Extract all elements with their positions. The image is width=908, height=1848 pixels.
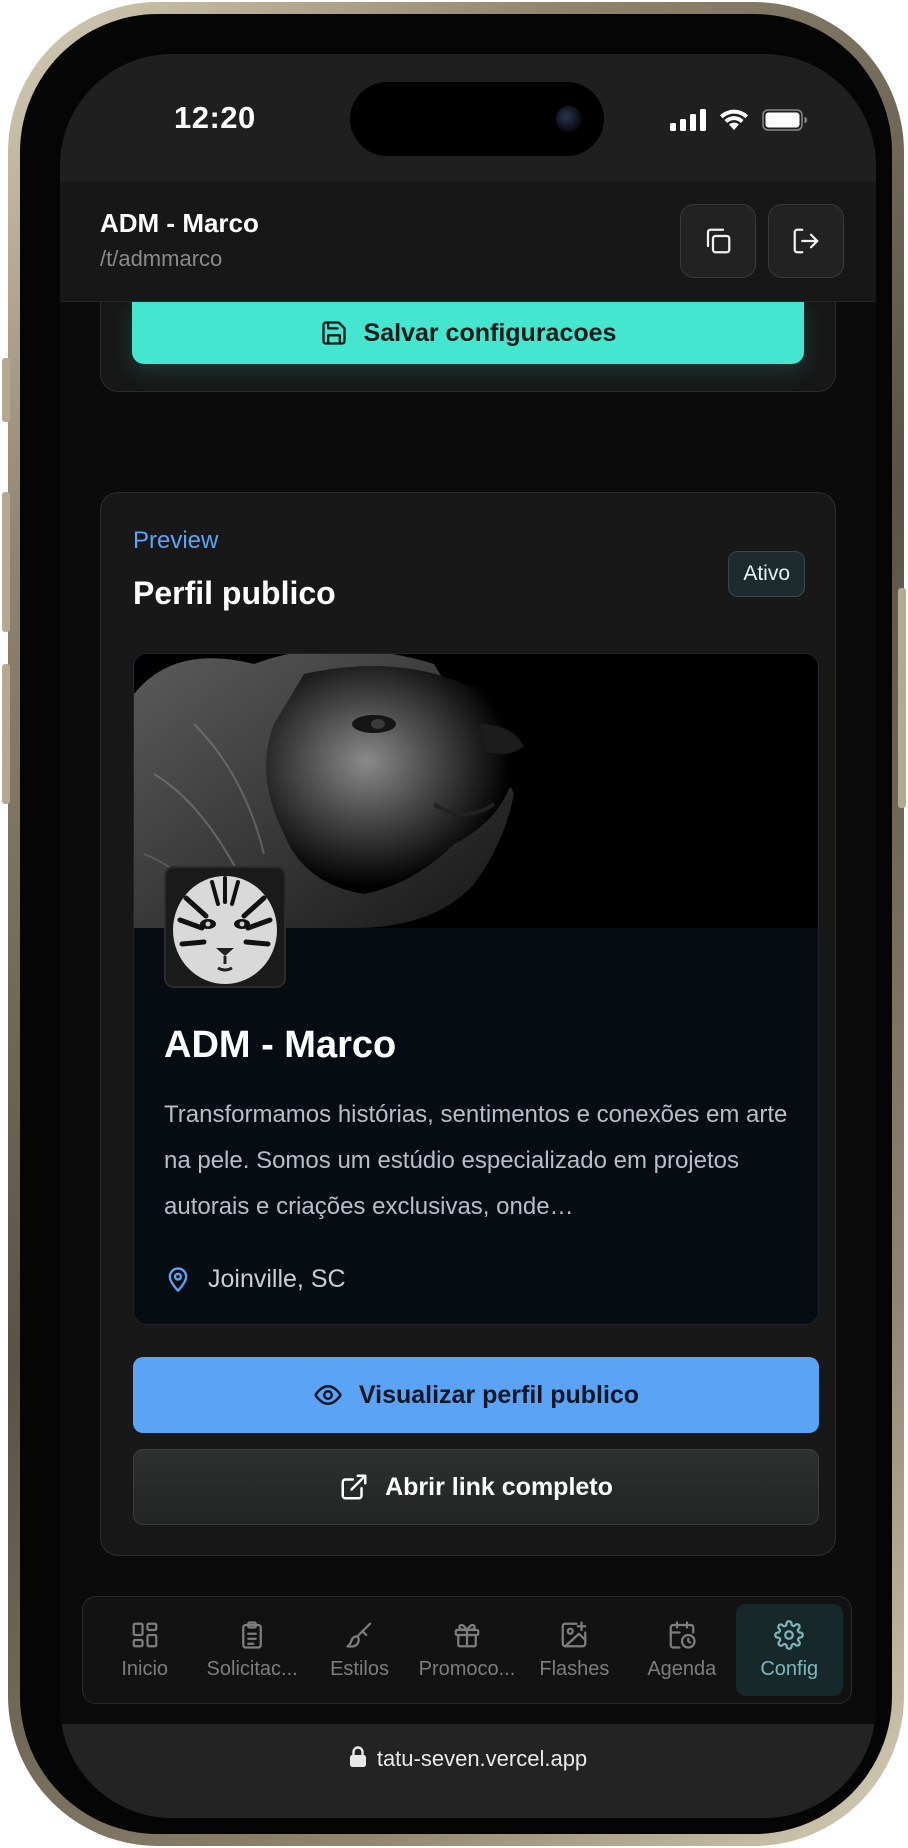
profile-preview: ADM - Marco Transformamos histórias, sen… [133,653,819,1325]
browser-url: tatu-seven.vercel.app [376,1746,588,1771]
screen: 12:20 ADM - Marco /t/admmarco Salvar con… [60,54,876,1818]
status-time: 12:20 [174,100,256,135]
nav-item-promocoes[interactable]: Promoco... [413,1604,520,1696]
calendar-clock-icon [669,1620,696,1649]
battery-icon [762,109,807,131]
browser-url-bar[interactable]: tatu-seven.vercel.app [60,1724,876,1818]
eye-icon [314,1385,342,1405]
nav-item-label: Promoco... [418,1657,516,1680]
dynamic-island [350,82,604,156]
gift-icon [454,1623,480,1647]
phone-body: 12:20 ADM - Marco /t/admmarco Salvar con… [8,2,904,1846]
nav-item-config[interactable]: Config [735,1604,843,1696]
wifi-icon [720,109,748,130]
logout-icon [793,228,819,254]
nav-item-inicio[interactable]: Inicio [91,1604,198,1696]
brush-icon [345,1622,371,1648]
tiger-avatar-image [166,868,284,986]
view-public-profile-button[interactable]: Visualizar perfil publico [133,1357,819,1433]
phone-bezel: 12:20 ADM - Marco /t/admmarco Salvar con… [20,14,892,1834]
preview-eyebrow: Preview [133,527,219,554]
image-plus-icon [562,1620,587,1647]
lock-icon [349,1746,366,1767]
front-camera [556,106,582,132]
nav-item-label: Flashes [539,1657,610,1680]
profile-name: ADM - Marco [164,1024,397,1066]
profile-avatar [164,866,286,988]
dashboard-icon [132,1622,158,1647]
bottom-nav: Inicio Solicitac... Estilos Promoco... F… [82,1596,852,1704]
open-full-link-label: Abrir link completo [385,1472,613,1501]
save-settings-label: Salvar configuracoes [363,318,617,347]
clipboard-icon [242,1620,262,1649]
profile-bio: Transformamos histórias, sentimentos e c… [164,1101,788,1220]
nav-item-solicitacoes[interactable]: Solicitac... [198,1604,305,1696]
signal-icon [670,109,706,131]
copy-icon [706,228,731,254]
status-icons [670,108,808,132]
open-full-link-button[interactable]: Abrir link completo [133,1449,819,1525]
nav-item-label: Config [760,1657,819,1680]
nav-item-estilos[interactable]: Estilos [306,1604,413,1696]
status-badge: Ativo [728,551,805,597]
save-settings-button[interactable]: Salvar configuracoes [132,302,804,364]
status-bar: 12:20 [60,54,876,182]
nav-item-flashes[interactable]: Flashes [521,1604,628,1696]
external-link-icon [341,1474,367,1500]
view-public-profile-label: Visualizar perfil publico [358,1380,640,1409]
copy-link-button[interactable] [680,204,756,278]
gear-icon [774,1619,805,1650]
nav-item-label: Solicitac... [206,1657,298,1680]
tenant-slug: /t/admmarco [100,246,223,271]
public-profile-preview-card: Preview Perfil publico Ativo ADM - Marco… [100,492,836,1556]
main-content[interactable]: Salvar configuracoes Preview Perfil publ… [60,302,876,1612]
nav-item-label: Estilos [330,1657,389,1680]
map-pin-icon [168,1267,188,1292]
logout-button[interactable] [768,204,844,278]
preview-title: Perfil publico [133,575,336,611]
profile-location: Joinville, SC [164,1264,346,1294]
tenant-title: ADM - Marco [100,208,259,238]
nav-item-label: Agenda [647,1657,717,1680]
nav-item-label: Inicio [121,1657,169,1680]
nav-item-agenda[interactable]: Agenda [628,1604,735,1696]
profile-location-text: Joinville, SC [208,1264,346,1293]
floppy-disk-icon [321,321,346,345]
app-header: ADM - Marco /t/admmarco [60,182,876,302]
